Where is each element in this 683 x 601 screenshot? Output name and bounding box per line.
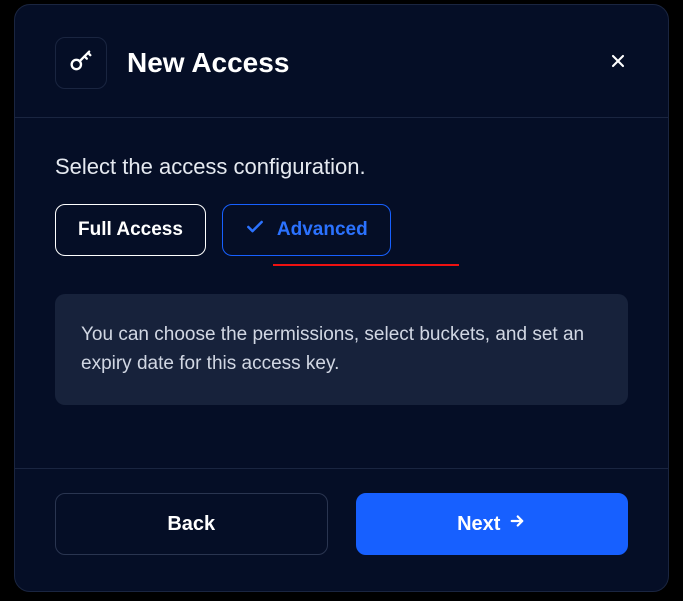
header-left: New Access xyxy=(55,37,289,89)
key-icon xyxy=(67,47,95,80)
close-button[interactable] xyxy=(608,51,628,76)
config-subtitle: Select the access configuration. xyxy=(55,154,628,180)
full-access-label: Full Access xyxy=(78,219,183,241)
back-label: Back xyxy=(167,513,215,536)
check-icon xyxy=(245,217,265,243)
key-icon-box xyxy=(55,37,107,89)
next-label: Next xyxy=(457,513,500,536)
info-text: You can choose the permissions, select b… xyxy=(81,324,584,374)
highlight-underline xyxy=(273,264,459,266)
arrow-right-icon xyxy=(508,512,526,536)
close-icon xyxy=(608,51,628,76)
back-button[interactable]: Back xyxy=(55,493,328,555)
new-access-modal: New Access Select the access configurati… xyxy=(14,4,669,592)
modal-header: New Access xyxy=(15,5,668,118)
options-row: Full Access Advanced xyxy=(55,204,628,256)
modal-body: Select the access configuration. Full Ac… xyxy=(15,118,668,468)
modal-footer: Back Next xyxy=(15,468,668,591)
advanced-option[interactable]: Advanced xyxy=(222,204,391,256)
full-access-option[interactable]: Full Access xyxy=(55,204,206,256)
advanced-label: Advanced xyxy=(277,219,368,241)
modal-title: New Access xyxy=(127,47,289,79)
info-box: You can choose the permissions, select b… xyxy=(55,294,628,405)
next-button[interactable]: Next xyxy=(356,493,629,555)
